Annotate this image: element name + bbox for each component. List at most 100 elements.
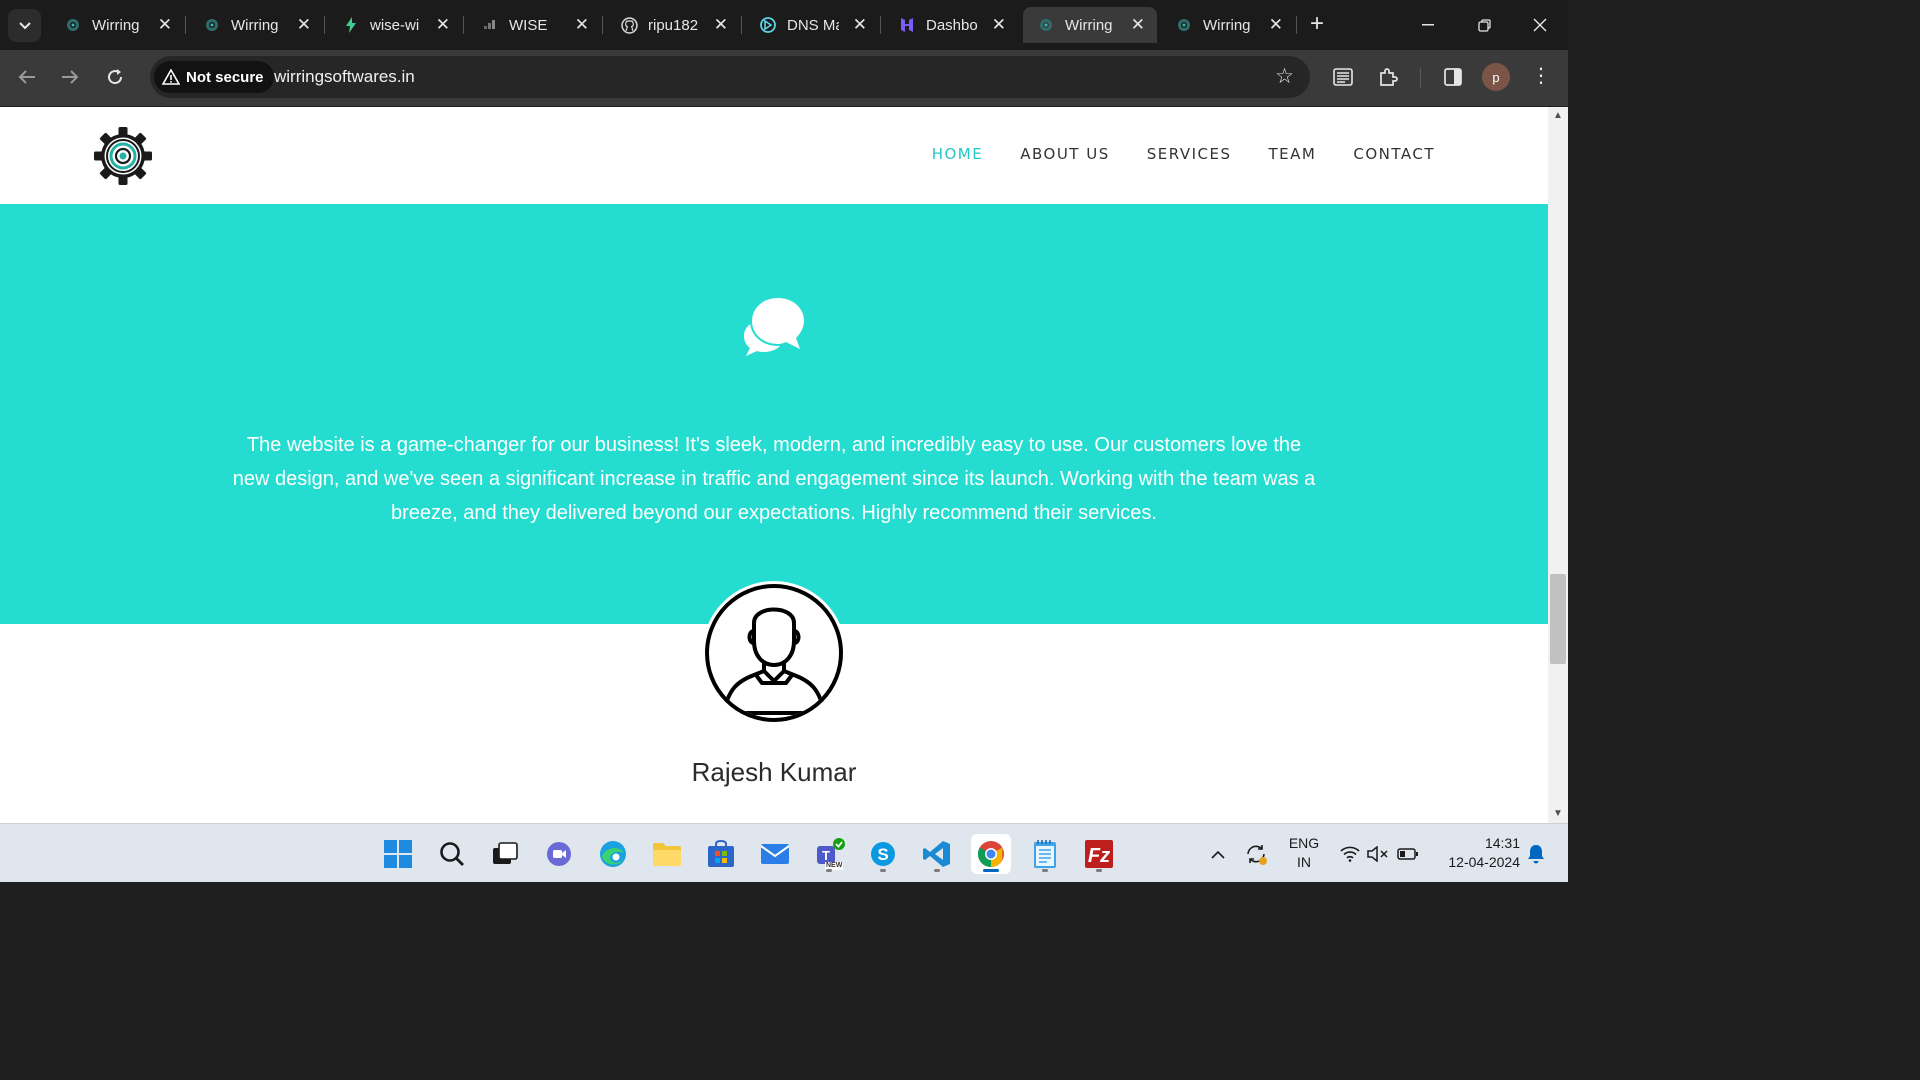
tab-title: DNS Ma (787, 16, 839, 34)
forward-button[interactable] (55, 62, 85, 92)
tab-separator (324, 16, 325, 34)
site-nav: HOME ABOUT US SERVICES TEAM CONTACT (932, 145, 1435, 163)
tab-title: Wirring (1203, 16, 1251, 34)
battery-tray-button[interactable] (1388, 834, 1428, 874)
file-explorer-app[interactable] (647, 834, 687, 874)
nav-team[interactable]: TEAM (1269, 145, 1317, 163)
teams-chat-app[interactable] (539, 834, 579, 874)
teams-app[interactable]: T NEW (809, 834, 849, 874)
dns-favicon-icon (759, 16, 777, 34)
tab-title: ripu182 (648, 16, 699, 34)
folder-icon (653, 843, 681, 866)
gear-logo-icon[interactable] (94, 127, 152, 185)
bookmark-star-icon[interactable]: ☆ (1275, 64, 1294, 89)
hostinger-favicon-icon (898, 16, 916, 34)
chat-icon (547, 842, 571, 866)
minimize-button[interactable] (1400, 0, 1456, 50)
task-view-icon (493, 842, 518, 864)
puzzle-icon (1380, 68, 1398, 86)
close-tab-icon[interactable]: ✕ (297, 15, 311, 35)
close-tab-icon[interactable]: ✕ (714, 15, 728, 35)
address-bar[interactable]: Not secure wirringsoftwares.in ☆ (150, 56, 1310, 98)
close-tab-icon[interactable]: ✕ (1131, 15, 1145, 35)
person-avatar (702, 581, 846, 725)
new-tab-button[interactable]: + (1303, 10, 1331, 38)
close-tab-icon[interactable]: ✕ (575, 15, 589, 35)
tab-separator (741, 16, 742, 34)
tab-title: Wirring (92, 16, 140, 34)
reading-list-button[interactable] (1329, 63, 1357, 91)
system-clock[interactable]: 14:31 12-04-2024 (1430, 834, 1520, 872)
scrollbar-thumb[interactable] (1550, 574, 1566, 664)
close-tab-icon[interactable]: ✕ (853, 15, 867, 35)
microsoft-store-app[interactable] (701, 834, 741, 874)
scroll-down-arrow-icon[interactable]: ▼ (1548, 805, 1568, 823)
browser-tab[interactable]: Dashbo ✕ (884, 7, 1018, 43)
side-panel-icon (1444, 68, 1462, 86)
nav-services[interactable]: SERVICES (1147, 145, 1232, 163)
search-button[interactable] (432, 834, 472, 874)
close-tab-icon[interactable]: ✕ (992, 15, 1006, 35)
sync-icon (1247, 845, 1267, 865)
nav-home[interactable]: HOME (932, 145, 984, 163)
profile-avatar[interactable]: p (1482, 63, 1510, 91)
notifications-button[interactable] (1516, 834, 1556, 874)
browser-tab[interactable]: ripu182 ✕ (606, 7, 740, 43)
tab-title: WISE (509, 16, 548, 34)
start-button[interactable] (378, 834, 418, 874)
vscode-icon (923, 841, 950, 867)
sync-tray-button[interactable] (1236, 834, 1276, 874)
security-chip[interactable]: Not secure (154, 61, 274, 93)
browser-tab[interactable]: WISE ✕ (467, 7, 601, 43)
mail-app[interactable] (755, 834, 795, 874)
extensions-button[interactable] (1374, 63, 1402, 91)
chevron-up-icon (1211, 850, 1225, 859)
show-hidden-icons-button[interactable] (1198, 834, 1238, 874)
close-tab-icon[interactable]: ✕ (1269, 15, 1283, 35)
browser-tab-active[interactable]: Wirring ✕ (1023, 7, 1157, 43)
svg-text:Fz: Fz (1088, 845, 1110, 867)
bell-icon (1528, 845, 1544, 864)
testimonial-section: The website is a game-changer for our bu… (0, 204, 1548, 624)
url-text[interactable]: wirringsoftwares.in (274, 67, 415, 87)
tab-title: wise-wi (370, 16, 420, 34)
battery-icon (1397, 848, 1418, 860)
tab-title: Wirring (231, 16, 279, 34)
mail-icon (760, 844, 790, 864)
notepad-app[interactable] (1025, 834, 1065, 874)
side-panel-button[interactable] (1439, 63, 1467, 91)
chrome-app[interactable] (971, 834, 1011, 874)
browser-tab[interactable]: Wirring ✕ (50, 7, 184, 43)
scroll-up-arrow-icon[interactable]: ▲ (1548, 107, 1568, 125)
gear-favicon-icon (64, 16, 82, 34)
close-tab-icon[interactable]: ✕ (158, 15, 172, 35)
edge-browser-app[interactable] (593, 834, 633, 874)
restore-button[interactable] (1456, 0, 1512, 50)
task-view-button[interactable] (485, 834, 525, 874)
vscode-app[interactable] (917, 834, 957, 874)
minimize-icon (1422, 24, 1434, 26)
notepad-icon (1034, 840, 1056, 868)
tab-title: Dashbo (926, 16, 978, 34)
language-indicator[interactable]: ENG IN (1284, 834, 1324, 872)
browser-tab[interactable]: wise-wi ✕ (328, 7, 462, 43)
nav-contact[interactable]: CONTACT (1353, 145, 1435, 163)
browser-menu-icon[interactable]: ⋮ (1530, 63, 1552, 88)
skype-app[interactable]: S (863, 834, 903, 874)
page-scrollbar[interactable]: ▲ ▼ (1548, 107, 1568, 823)
filezilla-app[interactable]: Fz (1079, 834, 1119, 874)
reload-button[interactable] (100, 62, 130, 92)
site-header: HOME ABOUT US SERVICES TEAM CONTACT (0, 107, 1548, 204)
browser-tab[interactable]: Wirring ✕ (189, 7, 323, 43)
windows-taskbar: T NEW S Fz ENG IN 14:31 12-04-2024 (0, 823, 1568, 882)
browser-tab[interactable]: DNS Ma ✕ (745, 7, 879, 43)
nav-about-us[interactable]: ABOUT US (1020, 145, 1110, 163)
close-window-button[interactable] (1512, 0, 1568, 50)
search-icon (440, 842, 464, 866)
svg-text:T: T (822, 848, 830, 863)
tab-separator (185, 16, 186, 34)
browser-tab[interactable]: Wirring ✕ (1161, 7, 1295, 43)
back-button[interactable] (12, 62, 42, 92)
tab-search-button[interactable] (8, 9, 41, 42)
close-tab-icon[interactable]: ✕ (436, 15, 450, 35)
